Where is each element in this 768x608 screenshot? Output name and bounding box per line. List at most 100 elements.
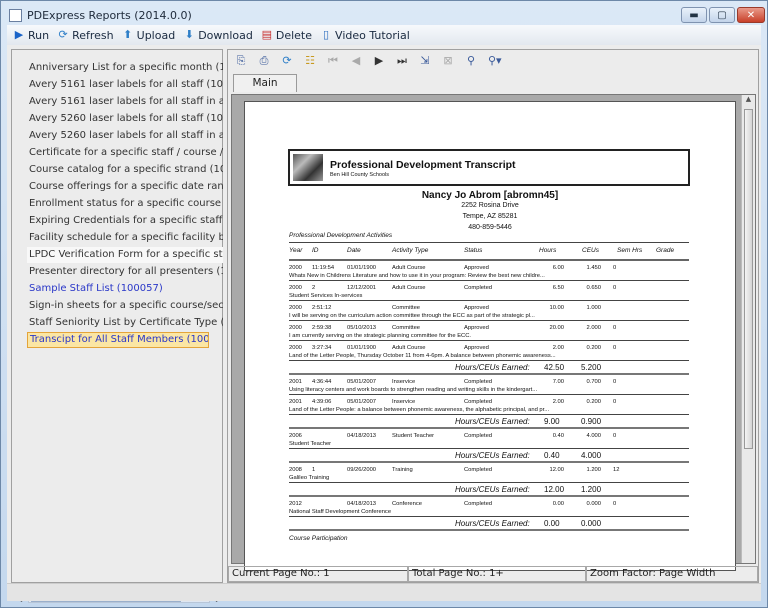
last-page-icon[interactable]: ⏭ — [396, 55, 408, 67]
cell-sem: 12 — [613, 467, 620, 473]
column-header: ID — [312, 247, 319, 254]
goto-page-icon[interactable]: ⇲ — [419, 55, 431, 67]
viewer-status-bar: Current Page No.: 1 Total Page No.: 1+ Z… — [228, 566, 758, 582]
cell-ceus: 0.000 — [586, 501, 601, 507]
cell-id: 2:51:12 — [312, 305, 332, 311]
run-button[interactable]: ▶ Run — [13, 29, 49, 42]
cell-ceus: 4.000 — [586, 433, 601, 439]
button-label: Refresh — [72, 28, 114, 42]
button-label: Download — [198, 28, 253, 42]
cell-status: Approved — [464, 305, 489, 311]
cell-year: 2000 — [289, 265, 302, 271]
cell-type: Committee — [392, 325, 421, 331]
report-list-item[interactable]: Presenter directory for all presenters (… — [27, 264, 223, 280]
total-ceus: 5.200 — [581, 363, 602, 372]
cell-sem: 0 — [613, 265, 617, 271]
cell-type: Adult Course — [392, 345, 426, 351]
cell-type: Training — [392, 467, 413, 473]
download-button[interactable]: ⬇ Download — [183, 29, 253, 42]
total-label: Hours/CEUs Earned: — [455, 451, 530, 460]
staff-name: Nancy Jo Abrom [abromn45] — [421, 190, 559, 201]
cell-ceus: 2.000 — [586, 325, 601, 331]
cell-type: Adult Course — [392, 285, 426, 291]
maximize-button[interactable]: ▢ — [709, 7, 735, 23]
close-button[interactable]: ✕ — [737, 7, 765, 23]
scroll-thumb[interactable] — [744, 109, 753, 449]
cell-id: 4:39:06 — [312, 399, 332, 405]
app-window: PDExpress Reports (2014.0.0) ▬ ▢ ✕ ▶ Run ⟳… — [0, 0, 768, 608]
cell-hours: 6.50 — [552, 285, 564, 291]
report-list-item[interactable]: Enrollment status for a specific course … — [27, 196, 223, 212]
next-section-title: Course Participation — [289, 535, 348, 542]
report-list-item[interactable]: Avery 5161 laser labels for all staff (1… — [27, 77, 223, 93]
report-list-item[interactable]: Facility schedule for a specific facilit… — [27, 230, 223, 246]
cell-status: Approved — [464, 345, 489, 351]
total-label: Hours/CEUs Earned: — [455, 485, 530, 494]
cell-sem: 0 — [613, 399, 617, 405]
cell-ceus: 1.200 — [586, 467, 601, 473]
first-page-icon[interactable]: ⏮ — [327, 55, 339, 67]
activities-table: Professional Development Activities Year I… — [289, 232, 689, 546]
group-total: Hours/CEUs Earned: 42.50 5.200 — [289, 361, 689, 375]
total-label: Hours/CEUs Earned: — [455, 363, 530, 372]
minimize-button[interactable]: ▬ — [681, 7, 707, 23]
activity-description: Whats New in Childrens Literature and ho… — [289, 273, 545, 279]
refresh-icon[interactable]: ⟳ — [281, 55, 293, 67]
report-viewer-panel: ⎘ ⎙ ⟳ ☷ ⏮ ◀ ▶ ⏭ ⇲ ⊠ ⚲ ⚲▾ Main Report Professional D… — [227, 49, 759, 583]
phone: 480-859-5446 — [468, 224, 512, 231]
download-arrow-icon: ⬇ — [184, 28, 194, 41]
upload-button[interactable]: ⬆ Upload — [122, 29, 175, 42]
stop-icon[interactable]: ⊠ — [442, 55, 454, 67]
activity-description: Student Teacher — [289, 441, 332, 447]
previous-page-icon[interactable]: ◀ — [350, 55, 362, 67]
tab-main-report[interactable]: Main Report — [233, 74, 297, 106]
total-label: Hours/CEUs Earned: — [455, 519, 530, 528]
table-row: 2000 2 12/12/2001 Adult Course Completed 6.50… — [289, 281, 689, 301]
report-list-item[interactable]: Course offerings for a specific date ran… — [27, 179, 223, 195]
print-icon[interactable]: ⎙ — [258, 55, 270, 67]
cell-hours: 12.00 — [549, 467, 564, 473]
report-list-item[interactable]: Sign-in sheets for a specific course/sec… — [27, 298, 223, 314]
next-page-icon[interactable]: ▶ — [373, 55, 385, 67]
delete-button[interactable]: ▤ Delete — [261, 29, 312, 42]
total-page: Total Page No.: 1+ — [408, 566, 586, 582]
video-tutorial-button[interactable]: ▯ Video Tutorial — [320, 29, 410, 42]
report-list-item[interactable]: Course catalog for a specific strand (10… — [27, 162, 223, 178]
search-icon[interactable]: ⚲ — [465, 55, 477, 67]
report-list-item[interactable]: Certificate for a specific staff / cours… — [27, 145, 223, 161]
cell-year: 2006 — [289, 433, 302, 439]
zoom-icon[interactable]: ⚲▾ — [488, 55, 502, 67]
report-list-item[interactable]: Sample Staff List (100057) — [27, 281, 223, 297]
group-total: Hours/CEUs Earned: 0.00 0.000 — [289, 517, 689, 531]
group-tree-icon[interactable]: ☷ — [304, 55, 316, 67]
cell-hours: 10.00 — [549, 305, 564, 311]
column-header: CEUs — [582, 247, 599, 254]
report-list-item[interactable]: Avery 5161 laser labels for all staff in… — [27, 94, 223, 110]
report-list-item[interactable]: Expiring Credentials for a specific staf… — [27, 213, 223, 229]
cell-year: 2000 — [289, 305, 302, 311]
report-title: Professional Development Transcript — [330, 159, 516, 171]
total-hours: 0.40 — [544, 451, 560, 460]
report-list-item[interactable]: Avery 5260 laser labels for all staff in… — [27, 128, 223, 144]
scroll-up-icon[interactable]: ▲ — [742, 95, 755, 103]
play-icon: ▶ — [14, 28, 24, 41]
report-list-item[interactable]: LPDC Verification Form for a specific st… — [27, 247, 223, 263]
report-list-item[interactable]: Transcipt for All Staff Members (100055) — [27, 332, 209, 348]
cell-ceus: 1.450 — [586, 265, 601, 271]
vertical-scrollbar[interactable]: ▲ — [741, 95, 755, 563]
cell-status: Completed — [464, 399, 493, 405]
refresh-icon: ⟳ — [58, 28, 68, 41]
table-row: 2001 4:36:44 05/01/2007 Inservice Completed 7… — [289, 375, 689, 395]
cell-sem: 0 — [613, 345, 617, 351]
column-header: Grade — [656, 247, 675, 254]
report-list-item[interactable]: Staff Seniority List by Certificate Type… — [27, 315, 223, 331]
refresh-button[interactable]: ⟳ Refresh — [57, 28, 114, 42]
cell-sem: 0 — [613, 325, 617, 331]
table-row: 2001 4:39:06 05/01/2007 Inservice Completed 2… — [289, 395, 689, 415]
export-icon[interactable]: ⎘ — [235, 55, 247, 67]
report-list-item[interactable]: Avery 5260 laser labels for all staff (1… — [27, 111, 223, 127]
total-ceus: 1.200 — [581, 485, 602, 494]
window-title: PDExpress Reports (2014.0.0) — [27, 8, 192, 22]
cell-hours: 7.00 — [552, 379, 564, 385]
report-list-item[interactable]: Anniversary List for a specific month (1… — [27, 60, 223, 76]
